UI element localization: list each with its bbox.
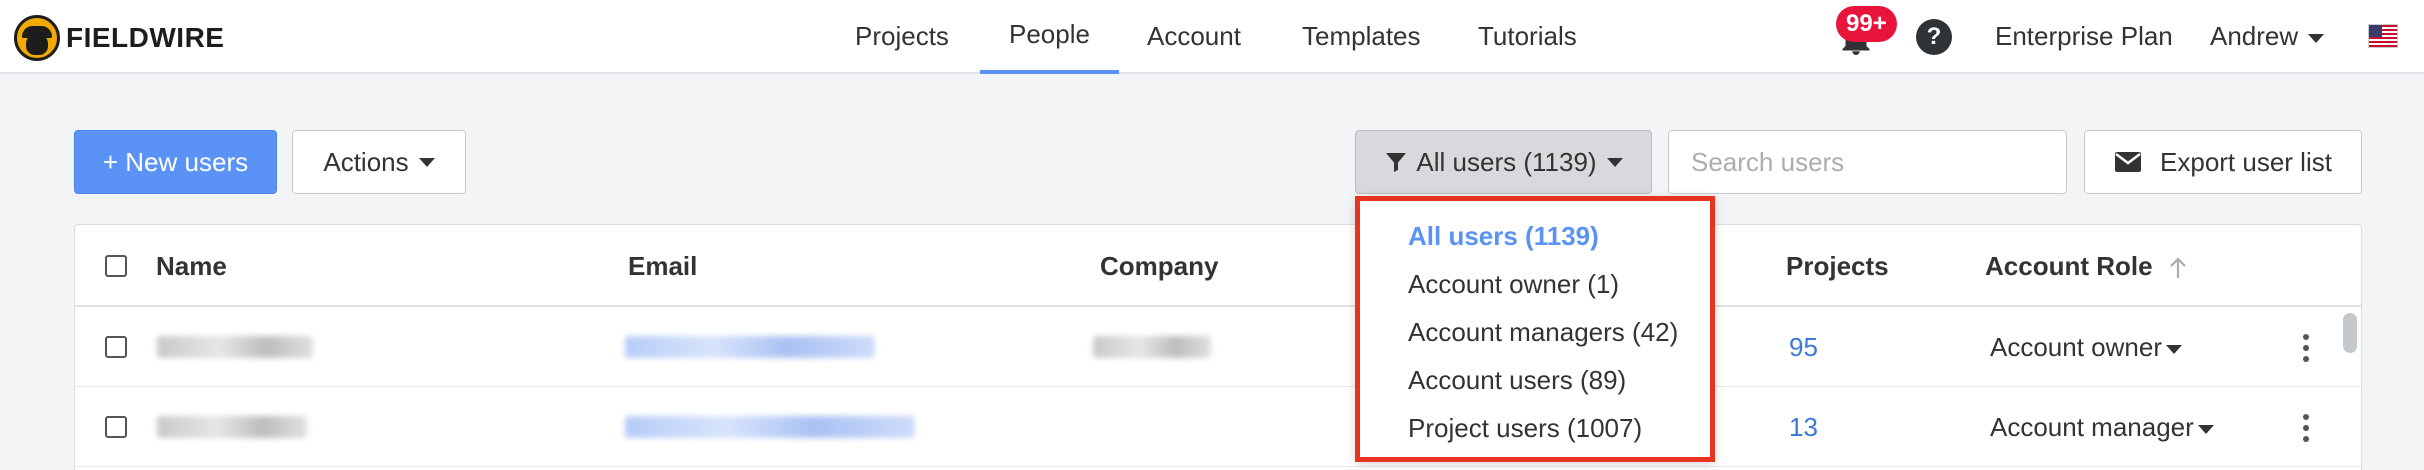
chevron-down-icon	[2308, 33, 2325, 43]
tab-templates[interactable]: Templates	[1302, 0, 1421, 72]
search-users-input[interactable]	[1668, 130, 2067, 194]
new-users-button[interactable]: + New users	[74, 130, 277, 194]
column-header-name[interactable]: Name	[156, 225, 227, 307]
table-row[interactable]: 13 Account manager	[75, 387, 2361, 467]
tab-account[interactable]: Account	[1147, 0, 1241, 72]
export-label: Export user list	[2160, 146, 2332, 177]
tab-projects[interactable]: Projects	[855, 0, 949, 72]
user-filter-button[interactable]: All users (1139)	[1355, 130, 1652, 194]
column-header-company[interactable]: Company	[1100, 225, 1218, 307]
row-checkbox[interactable]	[105, 336, 127, 358]
sort-ascending-icon	[2170, 257, 2186, 279]
filter-option-all-users[interactable]: All users (1139)	[1408, 221, 1599, 252]
account-role-select[interactable]: Account owner	[1990, 332, 2182, 363]
select-all-checkbox[interactable]	[105, 255, 127, 277]
filter-option-account-owner[interactable]: Account owner (1)	[1408, 269, 1619, 300]
account-role-label: Account Role	[1985, 251, 2153, 281]
fieldwire-logo[interactable]: FIELDWIRE	[14, 15, 225, 61]
projects-count-link[interactable]: 95	[1789, 332, 1818, 363]
actions-button[interactable]: Actions	[292, 130, 466, 194]
column-header-projects[interactable]: Projects	[1786, 225, 1889, 307]
redacted-email	[625, 336, 875, 358]
users-table: Name Email Company Projects Account Role…	[74, 224, 2362, 470]
chevron-down-icon	[2197, 424, 2214, 434]
redacted-name	[157, 336, 313, 358]
column-header-account-role[interactable]: Account Role	[1985, 225, 2188, 307]
account-role-value: Account manager	[1990, 412, 2194, 442]
user-name: Andrew	[2210, 21, 2299, 51]
chevron-down-icon	[418, 157, 435, 167]
table-scrollbar[interactable]	[2343, 313, 2357, 353]
notifications-badge: 99+	[1836, 6, 1897, 42]
filter-option-project-users[interactable]: Project users (1007)	[1408, 413, 1642, 444]
redacted-name	[157, 416, 307, 438]
fieldwire-logo-icon	[14, 15, 60, 61]
top-navigation-bar: FIELDWIRE Projects People Account Templa…	[0, 0, 2424, 74]
us-flag-icon[interactable]	[2368, 24, 2398, 48]
row-more-options-icon[interactable]	[2302, 334, 2310, 364]
column-header-email[interactable]: Email	[628, 225, 697, 307]
actions-label: Actions	[323, 146, 409, 177]
logo-text: FIELDWIRE	[66, 22, 225, 53]
enterprise-plan-link[interactable]: Enterprise Plan	[1995, 0, 2173, 72]
chevron-down-icon	[2165, 344, 2182, 354]
user-filter-dropdown: All users (1139) Account owner (1) Accou…	[1355, 196, 1715, 462]
account-role-select[interactable]: Account manager	[1990, 412, 2214, 443]
redacted-company	[1093, 336, 1211, 358]
export-user-list-button[interactable]: Export user list	[2084, 130, 2362, 194]
filter-option-account-users[interactable]: Account users (89)	[1408, 365, 1626, 396]
table-row[interactable]: 95 Account owner	[75, 307, 2361, 387]
filter-label: All users (1139)	[1416, 146, 1597, 177]
filter-option-account-managers[interactable]: Account managers (42)	[1408, 317, 1678, 348]
projects-count-link[interactable]: 13	[1789, 412, 1818, 443]
tab-tutorials[interactable]: Tutorials	[1478, 0, 1577, 72]
chevron-down-icon	[1606, 157, 1623, 167]
redacted-email	[625, 416, 915, 438]
row-checkbox[interactable]	[105, 416, 127, 438]
tab-people[interactable]: People	[980, 0, 1119, 74]
table-header: Name Email Company Projects Account Role	[75, 225, 2361, 307]
envelope-icon	[2115, 152, 2142, 172]
user-menu[interactable]: Andrew	[2210, 0, 2325, 72]
account-role-value: Account owner	[1990, 332, 2162, 362]
filter-icon	[1386, 153, 1407, 172]
row-more-options-icon[interactable]	[2302, 414, 2310, 444]
help-icon[interactable]: ?	[1916, 19, 1952, 55]
